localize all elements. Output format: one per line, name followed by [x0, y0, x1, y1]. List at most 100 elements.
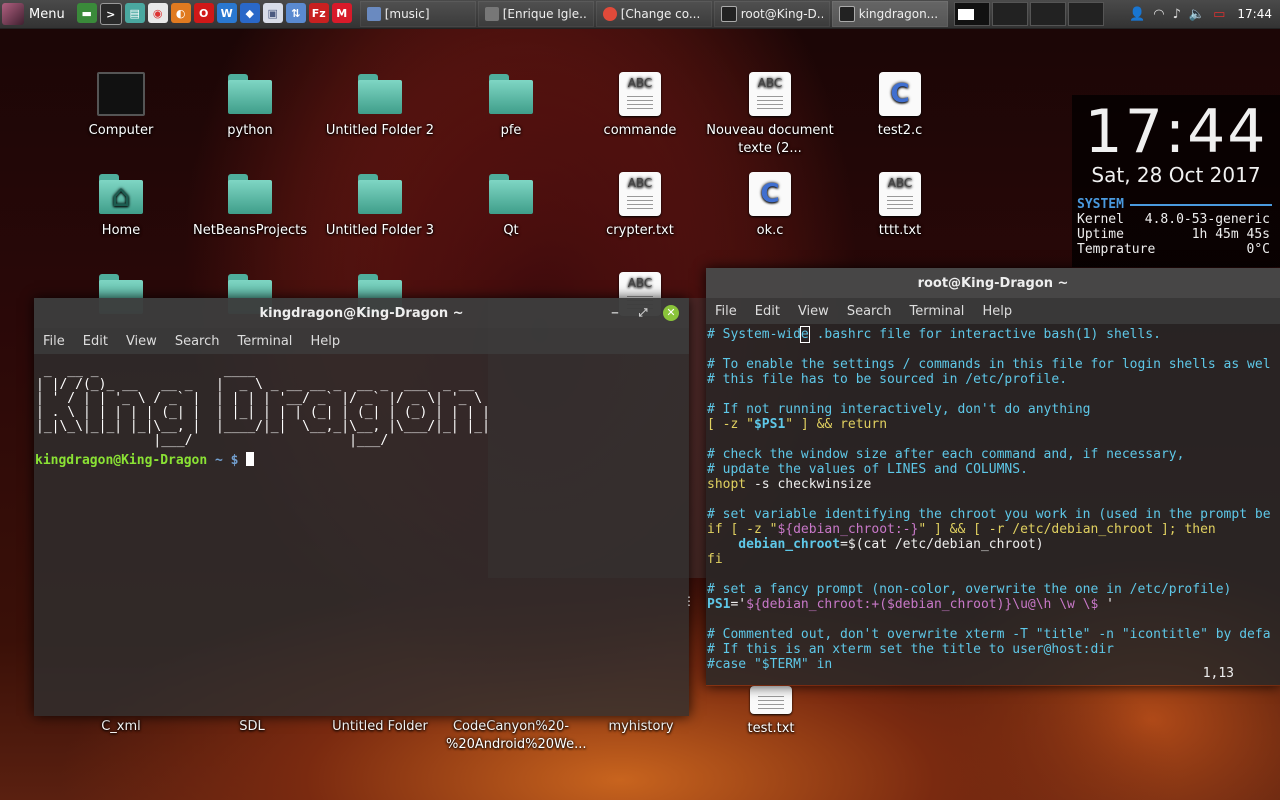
writer-launcher-icon[interactable]: W [216, 3, 237, 23]
chrome-launcher-icon[interactable]: ◉ [147, 3, 168, 23]
desktop-icon-untitled-folder-3[interactable]: Untitled Folder 3 [315, 172, 445, 240]
desktop-icon-label: NetBeansProjects [193, 223, 307, 238]
terminal-body[interactable]: _ __ _ ____ | |/ /(_)_ __ __ _ | _ \ _ _… [34, 354, 695, 716]
maximize-icon[interactable]: ⤢ [635, 305, 651, 321]
window-titlebar[interactable]: kingdragon@King-Dragon ~ ‒ ⤢ ✕ [34, 298, 689, 328]
conky-row: Uptime 1h 45m 45s [1072, 227, 1280, 242]
code-comment: # System-wid [707, 327, 801, 342]
menu-edit[interactable]: Edit [74, 334, 117, 349]
menu-file[interactable]: File [34, 334, 74, 349]
window-title: kingdragon@King-Dragon ~ [259, 305, 464, 321]
menu-file[interactable]: File [706, 304, 746, 319]
music-icon[interactable]: ♪ [1173, 7, 1181, 22]
desktop-icon-qt[interactable]: Qt [446, 172, 576, 240]
panel-clock[interactable]: 17:44 [1237, 7, 1272, 21]
desktop-icon-label: test.txt [747, 721, 795, 736]
text-cursor [246, 452, 255, 466]
window-titlebar[interactable]: root@King-Dragon ~ [706, 268, 1280, 298]
desktop-icon-pfe[interactable]: pfe [446, 72, 576, 140]
desktop-icon-codecanyon[interactable]: CodeCanyon%20-%20Android%20We... [446, 718, 587, 754]
menu-help[interactable]: Help [973, 304, 1021, 319]
conky-value: 4.8.0-53-generic [1144, 212, 1270, 227]
desktop-icon-label: pfe [500, 123, 522, 138]
menu-view[interactable]: View [789, 304, 838, 319]
show-desktop-icon[interactable]: ▬ [76, 3, 97, 23]
menu-button[interactable]: Menu [0, 0, 71, 28]
menu-terminal[interactable]: Terminal [228, 334, 301, 349]
code-keyword: fi [707, 552, 723, 567]
text-file-icon: ABC [619, 172, 661, 216]
terminal-menubar: File Edit View Search Terminal Help [34, 328, 689, 354]
text-file-icon: ABC [749, 72, 791, 116]
task-label: [music] [384, 7, 430, 21]
workspace-2[interactable] [991, 2, 1028, 26]
workspace-4[interactable] [1067, 2, 1104, 26]
ascii-banner: _ __ _ ____ | |/ /(_)_ __ __ _ | _ \ _ _… [36, 363, 490, 448]
task-user-terminal[interactable]: kingdragon... [831, 1, 948, 27]
launcher-bar: ▬ > ▤ ◉ ◐ O W ◆ ▣ ⇅ Fz M [76, 3, 352, 25]
menu-view[interactable]: View [117, 334, 166, 349]
menu-help[interactable]: Help [301, 334, 349, 349]
desktop-icon-label: Qt [503, 223, 519, 238]
menu-terminal[interactable]: Terminal [900, 304, 973, 319]
desktop-icon-label: Computer [88, 123, 154, 138]
menu-search[interactable]: Search [838, 304, 901, 319]
desktop-icon-ok-c[interactable]: C ok.c [705, 172, 835, 240]
text-file-icon [750, 686, 792, 714]
code-comment: #case "$TERM" in [707, 657, 833, 672]
desktop-icon-tttt-txt[interactable]: ABC tttt.txt [835, 172, 965, 240]
desktop-icon-python[interactable]: python [185, 72, 315, 140]
conky-date: Sat, 28 Oct 2017 [1091, 163, 1261, 187]
dropbox-launcher-icon[interactable]: ◆ [239, 3, 260, 23]
desktop-icon-nouveau-document[interactable]: ABC Nouveau document texte (2... [705, 72, 835, 158]
resize-handle-icon[interactable]: ⋮ [683, 594, 695, 608]
desktop-icon-test-txt[interactable]: test.txt [706, 686, 836, 738]
desktop-icon-netbeansprojects[interactable]: NetBeansProjects [185, 172, 315, 240]
user-icon[interactable]: 👤 [1129, 7, 1145, 22]
code-text: ' [1106, 597, 1114, 612]
root-terminal-window: root@King-Dragon ~ File Edit View Search… [706, 268, 1280, 686]
code-keyword: [ -z " [707, 417, 754, 432]
task-chrome[interactable]: [Change co... [595, 1, 712, 27]
virtualbox-launcher-icon[interactable]: ▣ [262, 3, 283, 23]
vim-buffer[interactable]: # System-wide .bashrc file for interacti… [706, 324, 1280, 685]
files-launcher-icon[interactable]: ▤ [124, 3, 145, 23]
desktop-icon-untitled-folder[interactable]: Untitled Folder [315, 718, 445, 736]
desktop-icon-commande[interactable]: ABC commande [575, 72, 705, 140]
code-string: ${debian_chroot:+($debian_chroot)}\u@\h … [746, 597, 1107, 612]
home-folder-icon [97, 172, 145, 216]
network-launcher-icon[interactable]: ⇅ [285, 3, 306, 23]
workspace-1[interactable] [953, 2, 990, 26]
desktop-icon-crypter-txt[interactable]: ABC crypter.txt [575, 172, 705, 240]
desktop-icon-sdl[interactable]: SDL [187, 718, 317, 736]
code-comment: # update the values of LINES and COLUMNS… [707, 462, 1028, 477]
desktop-icon-c-xml[interactable]: C_xml [56, 718, 186, 736]
menu-search[interactable]: Search [166, 334, 229, 349]
menu-edit[interactable]: Edit [746, 304, 789, 319]
task-browser-video[interactable]: [Enrique Igle... [477, 1, 594, 27]
desktop-icon-computer[interactable]: Computer [56, 72, 186, 140]
desktop-icon-home[interactable]: Home [56, 172, 186, 240]
code-comment: # If not running interactively, don't do… [707, 402, 1091, 417]
desktop-icon-untitled-folder-2[interactable]: Untitled Folder 2 [315, 72, 445, 140]
filezilla-launcher-icon[interactable]: Fz [308, 3, 329, 23]
firefox-launcher-icon[interactable]: ◐ [170, 3, 191, 23]
close-icon[interactable]: ✕ [663, 305, 679, 321]
desktop-icon-myhistory[interactable]: myhistory [576, 718, 706, 736]
opera-launcher-icon[interactable]: O [193, 3, 214, 23]
wifi-icon[interactable]: ◠ [1153, 7, 1164, 22]
sound-icon[interactable]: 🔈 [1189, 7, 1205, 22]
prompt-path: ~ $ [215, 453, 239, 468]
task-root-terminal[interactable]: root@King-D... [713, 1, 830, 27]
mail-launcher-icon[interactable]: M [331, 3, 352, 23]
minimize-icon[interactable]: ‒ [607, 305, 623, 321]
desktop-icon-test2-c[interactable]: C test2.c [835, 72, 965, 140]
terminal-launcher-icon[interactable]: > [99, 3, 122, 25]
battery-icon[interactable]: ▭ [1213, 7, 1225, 22]
desktop-icon-label: C_xml [101, 719, 141, 734]
chrome-icon [602, 7, 617, 21]
task-music[interactable]: [music] [359, 1, 476, 27]
task-label: [Enrique Igle... [502, 7, 587, 21]
workspace-3[interactable] [1029, 2, 1066, 26]
desktop-icon-label: python [227, 123, 273, 138]
